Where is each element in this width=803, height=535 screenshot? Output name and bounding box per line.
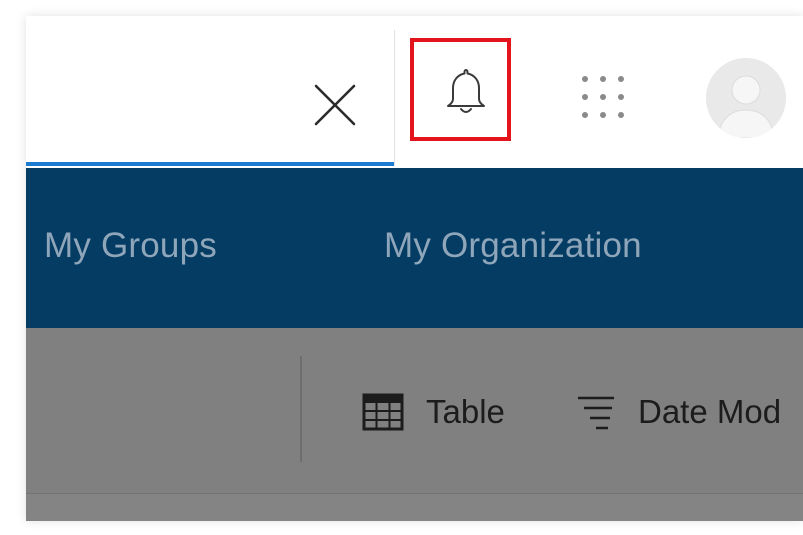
top-header (26, 16, 803, 166)
view-table-button[interactable]: Table (362, 392, 505, 432)
nav-item-my-groups[interactable]: My Groups (44, 226, 217, 266)
content-toolbar: Table Date Mod (26, 328, 803, 493)
app-launcher-grid-icon (582, 76, 624, 118)
close-icon (314, 84, 356, 126)
content-strip (26, 493, 803, 521)
table-icon (362, 393, 404, 431)
toolbar-divider (300, 356, 302, 462)
sort-lines-icon (578, 396, 614, 430)
nav-item-my-organization[interactable]: My Organization (384, 226, 642, 266)
sort-date-modified-button[interactable]: Date Mod (576, 392, 781, 432)
app-launcher-button[interactable] (578, 71, 628, 123)
bell-icon (447, 69, 485, 113)
header-divider (394, 30, 395, 166)
main-nav: My Groups My Organization (26, 168, 803, 328)
close-search-button[interactable] (310, 80, 360, 130)
search-area[interactable] (26, 16, 394, 166)
view-table-label: Table (426, 393, 505, 430)
user-avatar-icon (706, 58, 786, 138)
screenshot-frame: My Groups My Organization Table Date Mod (0, 0, 803, 535)
user-avatar[interactable] (706, 58, 786, 138)
notifications-button[interactable] (410, 38, 511, 141)
search-active-underline (26, 162, 394, 166)
app-window: My Groups My Organization Table Date Mod (26, 16, 803, 521)
sort-label: Date Mod (638, 393, 782, 430)
